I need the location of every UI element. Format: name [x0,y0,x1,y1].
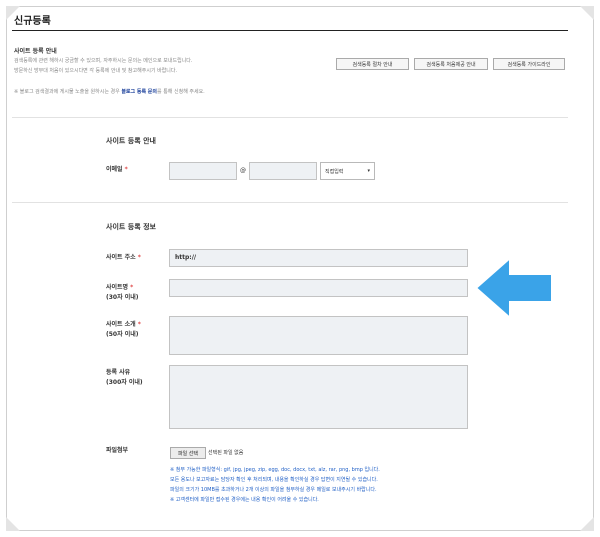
reason-limit: (300자 이내) [106,379,143,386]
registration-procedure-button[interactable]: 검색등록 절차 안내 [336,58,409,70]
section-divider [12,117,568,118]
page-title: 신규등록 [14,16,51,27]
title-divider [12,30,568,31]
chevron-down-icon: ▾ [367,168,370,174]
at-sign: @ [240,167,246,174]
section-title-guide: 사이트 등록 안내 [106,137,156,145]
site-intro-label: 사이트 소개 * (50자 이내) [106,321,141,338]
guide-title: 사이트 등록 안내 [14,48,57,55]
reason-label: 등록 사유 (300자 이내) [106,369,143,386]
required-mark: * [130,284,134,291]
site-name-input[interactable] [169,279,468,297]
site-url-value: http:// [175,254,197,261]
site-url-label: 사이트 주소 * [106,254,141,261]
registration-guideline-button[interactable]: 검색등록 가이드라인 [493,58,565,70]
file-note-line: ※ 첨부 가능한 파일형식: gif, jpg, jpeg, zip, egg,… [170,467,380,473]
file-status: 선택된 파일 없음 [208,450,244,456]
notice-prefix: ※ 블로그 검색결과에 게시물 노출을 원하시는 경우 [14,89,122,95]
required-mark: * [124,166,128,173]
email-id-input[interactable] [169,162,237,180]
guide-text-line: 검색등록에 관련 해하시 궁금할 수 있으며, 자주하시는 문의는 메인으로 보… [14,58,193,64]
file-label: 파일첨부 [106,447,129,454]
notice-suffix: 를 통해 신청해 주세요. [157,89,205,95]
email-domain-select[interactable]: 직접입력 ▾ [320,162,375,180]
file-note-line: 모든 용도나 보고자료는 담당자 확인 후 처리되며, 내용을 확인하실 경우 … [170,477,378,483]
reason-textarea[interactable] [169,365,468,429]
arrow-left-icon [474,256,553,320]
file-select-button[interactable]: 파일 선택 [170,447,206,459]
site-name-limit: (30자 이내) [106,294,139,301]
required-mark: * [137,254,141,261]
registration-info-button[interactable]: 검색등록 처음제공 안내 [414,58,488,70]
site-intro-limit: (50자 이내) [106,331,139,338]
email-domain-input[interactable] [249,162,317,180]
section-title-info: 사이트 등록 정보 [106,223,156,231]
guide-text-line: 방문하신 방무대 처음이 있으시다면 각 등록에 안내 및 참고해주시기 바랍니… [14,68,178,74]
blog-inquiry-link[interactable]: 블로그 등록 문의 [121,89,157,95]
section-divider [12,202,568,203]
file-note-line: 파일의 크기가 10MB를 초과하거나 2개 이상의 파일을 첨부하실 경우 메… [170,487,377,493]
required-mark: * [137,321,141,328]
site-intro-textarea[interactable] [169,316,468,355]
email-label: 이메일 * [106,166,128,173]
site-url-input[interactable]: http:// [169,249,468,267]
blog-notice: ※ 블로그 검색결과에 게시물 노출을 원하시는 경우 블로그 등록 문의를 통… [14,88,205,95]
site-name-label: 사이트명 * (30자 이내) [106,284,139,301]
file-note-line: ※ 고객센터에 파일만 접수된 경우에는 내용 확인이 어려울 수 있습니다. [170,497,319,503]
